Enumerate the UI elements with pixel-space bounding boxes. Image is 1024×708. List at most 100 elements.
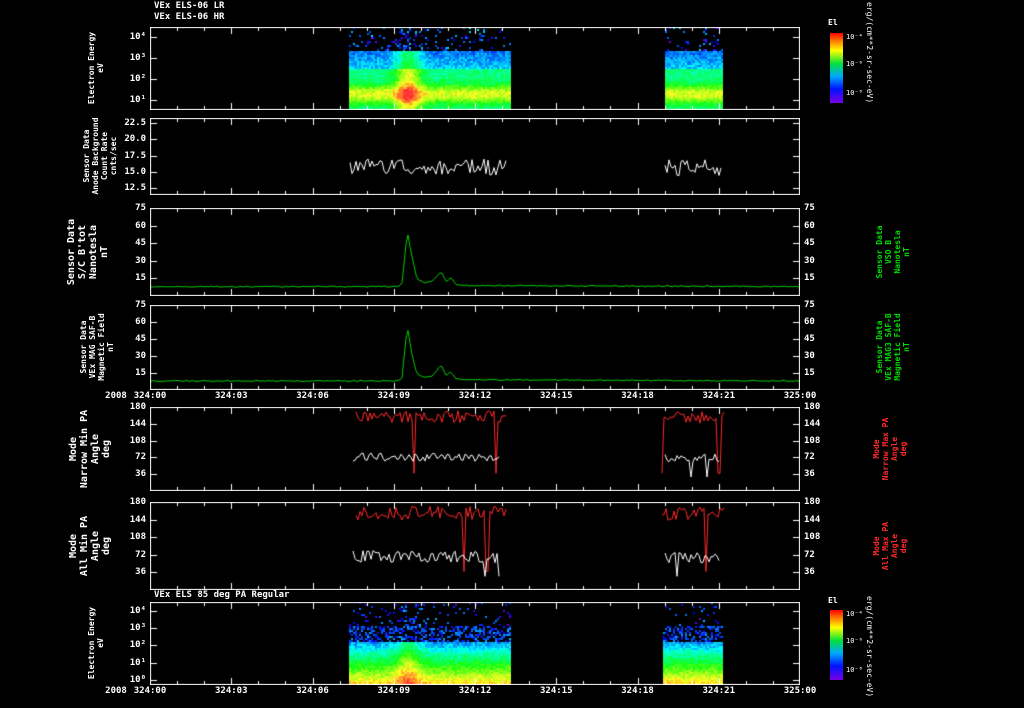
panel2-ylabel: Sensor Data Anode Background Count Rate … — [82, 117, 118, 194]
panel4-ylabel: Sensor Data VEx MAG SAF-B Magnetic Field… — [79, 313, 115, 380]
right-label-line: Mode — [872, 439, 881, 459]
y-tick-label-right: 36 — [804, 469, 815, 480]
right-label-line: Narrow Max PA — [881, 417, 890, 481]
y-tick-label: 12.5 — [124, 183, 146, 194]
right-label-line: VSO B — [884, 239, 893, 265]
ylabel-line: deg — [101, 536, 112, 556]
ylabel-line: cnts/sec — [109, 136, 118, 176]
colorbar-tick-label: 10⁻⁴ — [846, 610, 863, 618]
y-tick-label: 10³ — [129, 622, 146, 633]
y-tick-label: 36 — [135, 469, 146, 480]
y-tick-label: 108 — [129, 435, 146, 446]
x-axis-tick-label: 324:21 — [702, 686, 736, 696]
y-tick-label-right: 15 — [804, 273, 815, 284]
y-tick-label: 30 — [135, 255, 146, 266]
panel5-ylabel: Mode Narrow Min PA Angle deg — [68, 410, 112, 488]
y-tick-label: 45 — [135, 238, 146, 249]
ylabel-line: All Min PA — [79, 515, 90, 577]
y-tick-label-right: 75 — [804, 300, 815, 310]
ylabel-line: Sensor Data — [79, 320, 88, 374]
ylabel-line: Nanotesla — [88, 224, 99, 280]
x-axis-tick-label: 324:06 — [296, 391, 329, 401]
y-tick-label: 75 — [135, 203, 146, 213]
ylabel-line: Sensor Data — [82, 129, 91, 183]
right-label-line: Angle — [890, 436, 899, 462]
colorbar-tick-label: 10⁻⁶ — [846, 637, 863, 645]
y-tick-label-right: 72 — [804, 452, 815, 463]
y-tick-label-right: 180 — [804, 497, 821, 507]
all-pa-angle-canvas — [150, 502, 800, 590]
colorbar-tick-label: 10⁻⁸ — [846, 89, 863, 97]
y-tick-label: 10⁰ — [129, 674, 146, 685]
x-axis-tick-label: 324:18 — [621, 391, 654, 401]
x-axis-tick-label: 325:00 — [783, 686, 817, 696]
y-tick-label: 180 — [129, 402, 146, 412]
colorbar-top — [830, 33, 843, 103]
right-label-line: VEx MAG3 SAF-B — [884, 313, 893, 381]
panel3-right-label: Sensor Data VSO B Nanotesla nT — [875, 226, 911, 279]
panel1-ylabel: Electron Energy eV — [87, 32, 105, 104]
y-tick-label: 17.5 — [124, 150, 146, 161]
els-85deg-spectrogram-canvas — [150, 602, 800, 685]
y-tick-label: 45 — [135, 334, 146, 344]
anode-count-rate-canvas — [150, 118, 800, 195]
y-tick-label: 10¹ — [129, 94, 146, 105]
x-axis-year-label: 2008 — [105, 391, 127, 401]
y-tick-label-right: 15 — [804, 368, 815, 378]
y-tick-label-right: 144 — [804, 418, 821, 429]
y-tick-label: 60 — [135, 220, 146, 231]
y-tick-label: 180 — [129, 497, 146, 507]
y-tick-label: 15.0 — [124, 166, 146, 177]
y-tick-label: 60 — [135, 317, 146, 327]
panel1-title-line1: VEx ELS-06 LR — [154, 1, 225, 11]
y-tick-label: 75 — [135, 300, 146, 310]
x-axis-tick-label: 324:06 — [296, 686, 329, 696]
right-label-line: Magnetic Field — [893, 313, 902, 381]
ylabel-line: Angle — [90, 530, 101, 562]
ylabel-line: VEx MAG SAF-B — [88, 315, 97, 379]
ylabel-line: Anode Background — [91, 117, 100, 195]
ylabel-line: Narrow Min PA — [79, 409, 90, 489]
right-label-line: All Max PA — [881, 521, 890, 571]
y-tick-label-right: 60 — [804, 220, 815, 231]
panel5-right-label: Mode Narrow Max PA Angle deg — [872, 418, 908, 481]
y-tick-label: 144 — [129, 418, 146, 429]
panel6-right-label: Mode All Max PA Angle deg — [872, 522, 908, 570]
y-tick-label: 10³ — [129, 53, 146, 64]
y-tick-label-right: 30 — [804, 255, 815, 266]
y-tick-label: 15 — [135, 368, 146, 378]
mag-saf-b-canvas — [150, 305, 800, 390]
ylabel-line: nT — [99, 245, 110, 259]
x-axis-tick-label: 325:00 — [783, 391, 817, 401]
x-axis-tick-label: 324:15 — [539, 686, 573, 696]
ylabel-line: Angle — [90, 433, 101, 465]
btot-nanotesla-canvas — [150, 208, 800, 296]
ylabel-line: eV — [96, 63, 105, 73]
y-tick-label: 10² — [129, 73, 146, 84]
ylabel-line: eV — [96, 638, 105, 648]
els-lr-hr-spectrogram-canvas — [150, 27, 800, 110]
ylabel-line: S/C B'tot — [77, 224, 88, 280]
colorbar-title-bottom: El — [828, 596, 838, 605]
panel7-ylabel: Electron Energy eV — [87, 607, 105, 679]
right-label-line: Sensor Data — [875, 320, 884, 374]
y-tick-label-right: 108 — [804, 435, 821, 446]
panel7-title: VEx ELS 85 deg PA Regular — [154, 590, 290, 600]
right-label-line: deg — [899, 538, 908, 554]
panel3-ylabel: Sensor Data S/C B'tot Nanotesla nT — [66, 219, 110, 285]
colorbar-tick-label: 10⁻⁶ — [846, 60, 863, 68]
colorbar-bottom — [830, 610, 843, 680]
ylabel-line: Electron Energy — [87, 31, 96, 105]
x-axis-tick-label: 324:03 — [214, 686, 248, 696]
y-tick-label-right: 144 — [804, 514, 821, 525]
x-axis-tick-label: 324:12 — [458, 391, 492, 401]
y-tick-label-right: 75 — [804, 203, 815, 213]
flux-unit-label-top: erg/(cm**2-sr-sec-eV) — [865, 2, 874, 104]
y-tick-label: 10² — [129, 640, 146, 651]
ylabel-line: Sensor Data — [66, 218, 77, 286]
x-axis-tick-label: 324:12 — [458, 686, 492, 696]
x-axis-tick-label: 324:21 — [702, 391, 736, 401]
x-axis-tick-label: 324:09 — [377, 686, 411, 696]
y-tick-label: 10⁴ — [129, 605, 146, 616]
right-label-line: Mode — [872, 536, 881, 556]
